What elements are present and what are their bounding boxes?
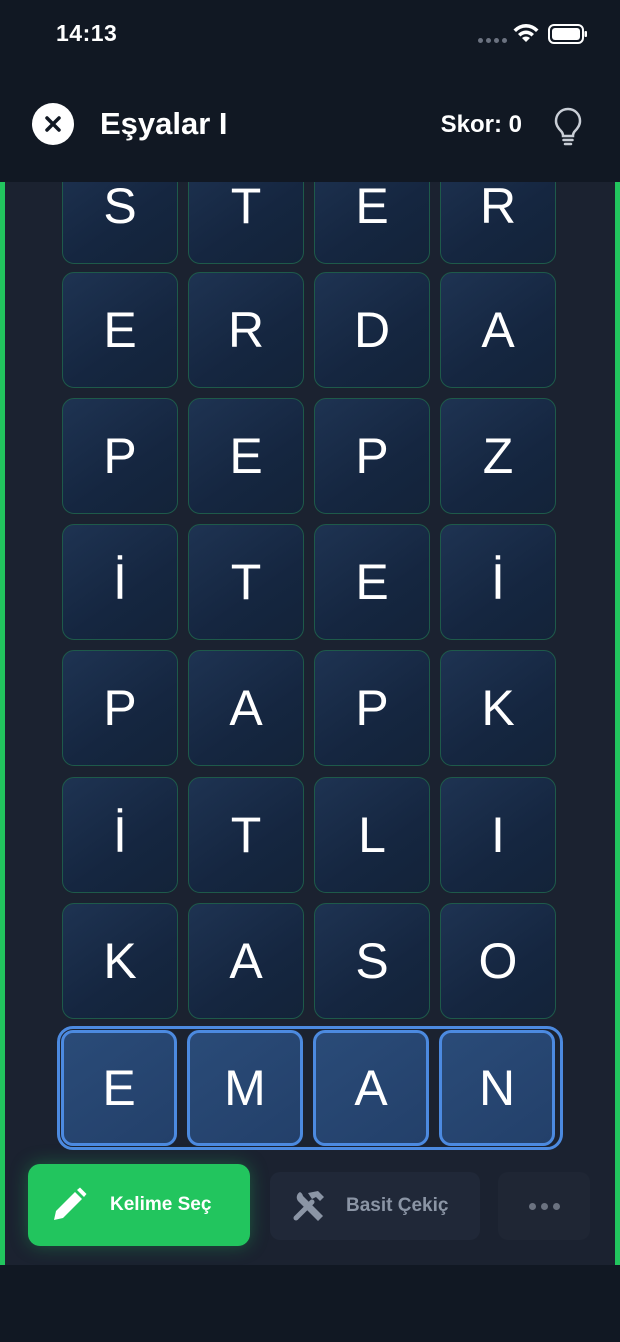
letter-tile[interactable]: A [188,903,304,1019]
wifi-icon [513,24,539,42]
letter-tile[interactable]: İ [62,524,178,640]
letter-tile[interactable]: E [188,398,304,514]
hint-button[interactable] [550,104,586,148]
letter-tile[interactable]: R [188,272,304,388]
letter-tile[interactable]: L [314,777,430,893]
letter-tile[interactable]: E [314,524,430,640]
letter-tile[interactable]: E [314,182,430,264]
score-label: Skor: 0 [440,111,522,138]
letter-tile[interactable]: P [62,650,178,766]
letter-tile[interactable]: P [314,650,430,766]
pencil-icon [54,1187,87,1220]
more-button[interactable] [498,1172,590,1240]
more-icon [528,1202,536,1210]
letter-tile[interactable]: İ [440,524,556,640]
letter-tile[interactable]: A [188,650,304,766]
letter-tile[interactable]: Z [440,398,556,514]
hammer-label: Basit Çekiç [346,1195,449,1216]
game-header: Eşyalar I Skor: 0 [0,70,620,182]
letter-tile[interactable]: E [62,272,178,388]
letter-tile[interactable]: S [314,903,430,1019]
lightbulb-icon [554,107,582,146]
letter-tile[interactable]: I [440,777,556,893]
status-time: 14:13 [56,20,118,46]
letter-tile[interactable]: O [440,903,556,1019]
letter-tile[interactable]: P [62,398,178,514]
close-button[interactable] [32,103,74,145]
letter-tile[interactable]: D [314,272,430,388]
close-icon [45,116,61,132]
select-word-label: Kelime Seç [110,1194,212,1215]
bottom-bar [0,1265,620,1342]
battery-icon [548,24,587,44]
letter-tile[interactable]: S [62,182,178,264]
letter-tile[interactable]: T [188,777,304,893]
game-board: STERERDAPEPZİTEİPAPKİTLIKASOEMAN Kelime … [0,182,620,1265]
hammer-button[interactable]: Basit Çekiç [270,1172,480,1240]
status-bar: 14:13 [0,0,620,70]
level-title: Eşyalar I [100,106,228,141]
select-word-button[interactable]: Kelime Seç [28,1164,250,1246]
selected-row-frame [57,1026,563,1150]
cellular-signal-icon [478,38,507,43]
letter-tile[interactable]: K [440,650,556,766]
letter-tile[interactable]: R [440,182,556,264]
letter-tile[interactable]: K [62,903,178,1019]
letter-tile[interactable]: İ [62,777,178,893]
letter-tile[interactable]: T [188,182,304,264]
letter-tile[interactable]: P [314,398,430,514]
tools-icon [293,1191,324,1221]
letter-tile[interactable]: T [188,524,304,640]
letter-tile[interactable]: A [440,272,556,388]
